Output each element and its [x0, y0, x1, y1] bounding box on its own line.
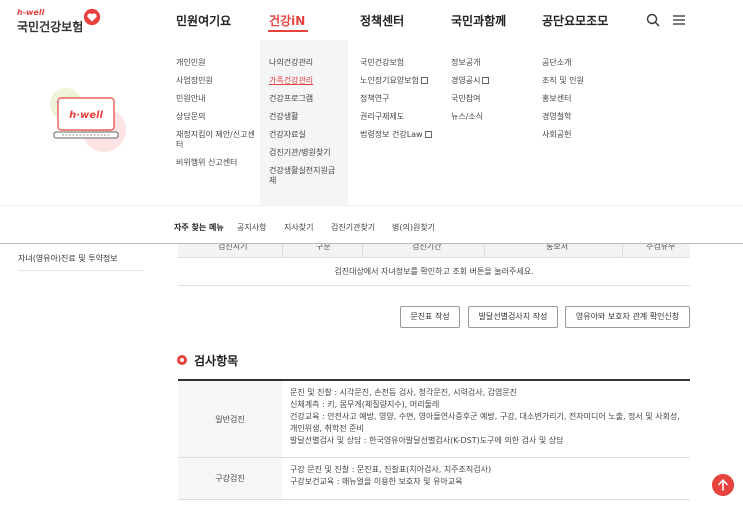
- menu-item-label: 뉴스/소식: [451, 112, 484, 121]
- faq-bar: 자주 찾는 메뉴 공지사항 지사찾기 검진기관찾기 병(의)원찾기: [0, 205, 743, 243]
- illustration-label: h·well: [69, 110, 103, 121]
- row-label: 일반검진: [178, 381, 282, 457]
- menu-col-together: 정보공개 경영공시 국민참여 뉴스/소식: [451, 58, 490, 130]
- column-divider: [362, 244, 363, 257]
- search-icon[interactable]: [645, 12, 661, 28]
- menu-item[interactable]: 건강프로그램: [269, 94, 341, 104]
- external-link-icon: [420, 77, 428, 84]
- results-empty-message: 검진대상에서 자녀정보를 확인하고 조회 버튼을 눌러주세요.: [178, 258, 690, 286]
- row-line: 구강 문진 및 진찰 : 문진표, 진찰표(치아검사, 치주조직검사): [290, 465, 492, 474]
- section-title: 검사항목: [194, 354, 239, 368]
- menu-item[interactable]: 사회공헌: [542, 130, 584, 140]
- menu-item-label: 정보공개: [451, 58, 481, 67]
- row-label: 구강검진: [178, 458, 282, 499]
- menu-col-policy: 국민건강보험 노인장기요양보험 정책연구 권리구제제도 법령정보 건강Law: [360, 58, 432, 148]
- menu-item[interactable]: 국민건강보험: [360, 58, 432, 68]
- menu-item[interactable]: 홍보센터: [542, 94, 584, 104]
- table-row: 일반검진 문진 및 진찰 : 시각문진, 손전등 검사, 청각문진, 시력검사,…: [178, 381, 690, 458]
- menu-item[interactable]: 정보공개: [451, 58, 489, 68]
- menu-item[interactable]: 건강생활실천지원금제: [269, 166, 341, 186]
- row-line: 건강교육 : 안전사고 예방, 영양, 수면, 영아돌연사증후군 예방, 구강,…: [290, 412, 680, 433]
- faq-link-hospital[interactable]: 병(의)원찾기: [392, 222, 435, 233]
- menu-item[interactable]: 나의건강관리: [269, 58, 341, 68]
- external-link-icon: [482, 77, 490, 84]
- menu-item[interactable]: 건강자료실: [269, 130, 341, 140]
- questionnaire-button[interactable]: 문진표 작성: [400, 306, 460, 328]
- row-line: 구강보건교육 : 매뉴얼을 이용한 보호자 및 유아교육: [290, 477, 463, 486]
- menu-item[interactable]: 경영공시: [451, 76, 490, 86]
- table-row: 구강검진 구강 문진 및 진찰 : 문진표, 진찰표(치아검사, 치주조직검사)…: [178, 458, 690, 500]
- sidebar-item-child-care[interactable]: 자녀(영유아)진료 및 투약정보: [18, 253, 144, 271]
- guardian-relation-button[interactable]: 영유아와 보호자 관계 확인신청: [565, 306, 690, 328]
- menu-item[interactable]: 국민참여: [451, 94, 489, 104]
- menu-item-label: 국민참여: [451, 94, 481, 103]
- menu-item[interactable]: 공단소개: [542, 58, 584, 68]
- menu-item-label: 권리구제제도: [360, 112, 405, 121]
- row-line: 문진 및 진찰 : 시각문진, 손전등 검사, 청각문진, 시력검사, 감염문진: [290, 388, 518, 397]
- menu-item[interactable]: 권리구제제도: [360, 112, 432, 122]
- gnb-policy[interactable]: 정책센터: [360, 12, 404, 29]
- menu-item[interactable]: 법령정보 건강Law: [360, 130, 432, 140]
- gnb-health[interactable]: 건강iN: [269, 12, 305, 29]
- row-content: 구강 문진 및 진찰 : 문진표, 진찰표(치아검사, 치주조직검사) 구강보건…: [290, 464, 686, 488]
- menu-item[interactable]: 사업장민원: [176, 76, 256, 86]
- row-line: 신체계측 : 키, 몸무게(체질량지수), 머리둘레: [290, 400, 440, 409]
- gnb-civil[interactable]: 민원여기요: [176, 12, 231, 29]
- menu-item-label: 법령정보 건강Law: [360, 130, 423, 139]
- col-header: 검진기간: [412, 244, 442, 251]
- gnb-active-indicator: [268, 30, 308, 32]
- menu-item[interactable]: 재정지킴이 제안/신고센터: [176, 130, 256, 150]
- gnb-together[interactable]: 국민과함께: [451, 12, 506, 29]
- gnb-about[interactable]: 공단요모조모: [542, 12, 608, 29]
- menu-item-family-health[interactable]: 가족건강관리: [269, 76, 341, 86]
- col-header: 수검유무: [646, 244, 676, 251]
- menu-item[interactable]: 개인민원: [176, 58, 256, 68]
- row-content: 문진 및 진찰 : 시각문진, 손전등 검사, 청각문진, 시력검사, 감염문진…: [290, 387, 686, 447]
- menu-item[interactable]: 비위행위 신고센터: [176, 158, 256, 168]
- menu-item-label: 국민건강보험: [360, 58, 405, 67]
- menu-item[interactable]: 경영철학: [542, 112, 584, 122]
- column-divider: [622, 244, 623, 257]
- menu-item[interactable]: 민원안내: [176, 94, 256, 104]
- faq-title: 자주 찾는 메뉴: [174, 223, 224, 232]
- menu-item-label: 노인장기요양보험: [360, 76, 419, 85]
- menu-icon[interactable]: [671, 12, 687, 28]
- faq-link-notice[interactable]: 공지사항: [237, 222, 266, 233]
- menu-item[interactable]: 노인장기요양보험: [360, 76, 432, 86]
- menu-item-label: 정책연구: [360, 94, 390, 103]
- col-header: 검진시기: [218, 244, 248, 251]
- menu-item[interactable]: 정책연구: [360, 94, 432, 104]
- faq-link-checkup[interactable]: 검진기관찾기: [331, 222, 375, 233]
- faq-link-branch[interactable]: 지사찾기: [284, 222, 313, 233]
- menu-item[interactable]: 건강생활: [269, 112, 341, 122]
- menu-item[interactable]: 뉴스/소식: [451, 112, 489, 122]
- menu-item[interactable]: 검진기관/병원찾기: [269, 148, 341, 158]
- menu-item[interactable]: 조직 및 인원: [542, 76, 584, 86]
- menu-col-civil: 개인민원 사업장민원 민원안내 상담문의 재정지킴이 제안/신고센터 비위행위 …: [176, 58, 256, 176]
- col-header: 통보처: [546, 244, 569, 251]
- column-divider: [484, 244, 485, 257]
- site-header: h-well 국민건강보험 민원여기요 건강iN 정책센터 국민과함께 공단요모…: [0, 0, 743, 40]
- menu-item-label: 경영공시: [451, 76, 481, 85]
- col-header: 구분: [316, 244, 331, 251]
- menu-col-health: 나의건강관리 가족건강관리 건강프로그램 건강생활 건강자료실 검진기관/병원찾…: [269, 58, 341, 194]
- location-pin-icon: [177, 355, 187, 365]
- menu-item[interactable]: 상담문의: [176, 112, 256, 122]
- results-table-header: 검진시기 구분 검진기간 통보처 수검유무: [178, 244, 690, 258]
- column-divider: [282, 244, 283, 257]
- external-link-icon: [424, 131, 432, 138]
- row-line: 발달선별검사 및 상담 : 한국영유아발달선별검사(K-DST)도구에 의한 검…: [290, 436, 564, 445]
- development-test-button[interactable]: 발달선별검사지 작성: [468, 306, 558, 328]
- global-nav: 민원여기요 건강iN 정책센터 국민과함께 공단요모조모: [0, 12, 743, 32]
- hwell-laptop-illustration: h·well: [50, 88, 126, 152]
- menu-col-about: 공단소개 조직 및 인원 홍보센터 경영철학 사회공헌: [542, 58, 584, 148]
- scroll-top-button[interactable]: [712, 474, 734, 496]
